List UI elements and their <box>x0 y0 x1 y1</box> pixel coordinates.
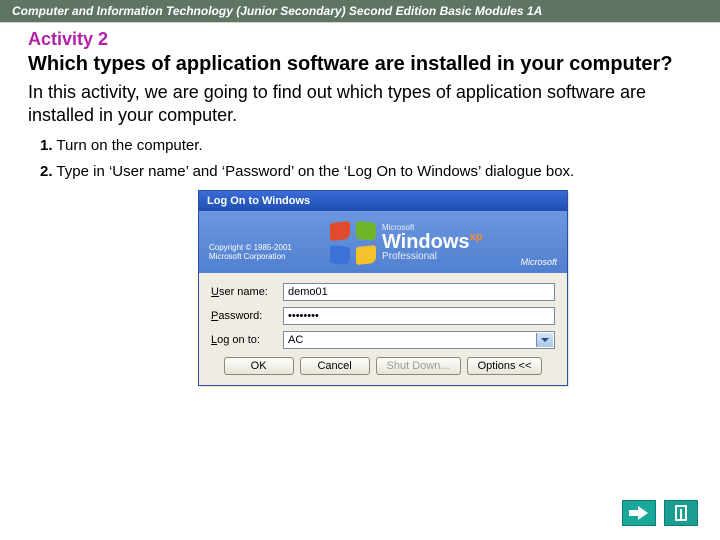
cancel-button[interactable]: Cancel <box>300 357 370 375</box>
steps-list: 1. Turn on the computer. 2. Type in ‘Use… <box>28 136 692 183</box>
dialog-form: User name: demo01 Password: •••••••• Log… <box>199 273 567 385</box>
step-1: 1. Turn on the computer. <box>40 136 692 156</box>
footer-nav <box>622 500 698 526</box>
row-logonto: Log on to: AC <box>211 331 555 349</box>
step-1-text: Turn on the computer. <box>56 137 202 154</box>
banner-left: Copyright © 1985-2001 Microsoft Corporat… <box>209 225 292 262</box>
copyright-line2: Microsoft Corporation <box>209 252 292 262</box>
label-password: Password: <box>211 310 283 322</box>
brand-xp: xp <box>470 231 483 243</box>
copyright-line1: Copyright © 1985-2001 <box>209 243 292 253</box>
step-2: 2. Type in ‘User name’ and ‘Password’ on… <box>40 162 692 182</box>
shutdown-button[interactable]: Shut Down... <box>376 357 461 375</box>
options-button[interactable]: Options << <box>467 357 543 375</box>
arrow-right-icon <box>629 506 649 520</box>
module-header: Computer and Information Technology (Jun… <box>0 0 720 23</box>
row-username: User name: demo01 <box>211 283 555 301</box>
step-2-number: 2. <box>40 163 53 180</box>
select-logonto[interactable]: AC <box>283 331 555 349</box>
label-logonto: Log on to: <box>211 334 283 346</box>
content-area: Activity 2 Which types of application so… <box>0 23 720 386</box>
step-1-number: 1. <box>40 137 53 154</box>
brand-microsoft-right: Microsoft <box>520 257 557 267</box>
ok-button[interactable]: OK <box>224 357 294 375</box>
dialog-titlebar: Log On to Windows <box>199 191 567 211</box>
windows-flag-icon <box>330 222 376 264</box>
step-2-text: Type in ‘User name’ and ‘Password’ on th… <box>56 163 574 180</box>
activity-label: Activity 2 <box>28 29 692 50</box>
next-button[interactable] <box>622 500 656 526</box>
end-icon <box>675 505 687 521</box>
brand-windows: Windowsxp <box>382 232 482 252</box>
label-username: User name: <box>211 286 283 298</box>
activity-question: Which types of application software are … <box>28 52 692 77</box>
input-username[interactable]: demo01 <box>283 283 555 301</box>
input-password[interactable]: •••••••• <box>283 307 555 325</box>
dialog-banner: Copyright © 1985-2001 Microsoft Corporat… <box>199 211 567 273</box>
brand-professional: Professional <box>382 252 482 262</box>
brand-block: Microsoft Windowsxp Professional <box>330 222 482 264</box>
activity-intro: In this activity, we are going to find o… <box>28 81 692 128</box>
dialog-button-row: OK Cancel Shut Down... Options << <box>211 357 555 375</box>
logon-dialog: Log On to Windows Copyright © 1985-2001 … <box>198 190 568 386</box>
row-password: Password: •••••••• <box>211 307 555 325</box>
end-button[interactable] <box>664 500 698 526</box>
